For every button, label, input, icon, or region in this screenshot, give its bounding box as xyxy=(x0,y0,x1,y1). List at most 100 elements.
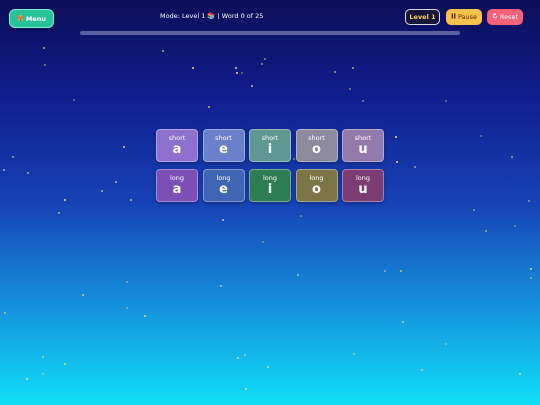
star xyxy=(4,312,6,314)
tile-label: short xyxy=(168,134,186,142)
tile-long-o[interactable]: long o xyxy=(295,169,338,202)
pause-button[interactable]: Pause xyxy=(446,9,482,25)
star xyxy=(222,219,224,221)
tile-short-e[interactable]: short e xyxy=(202,129,245,162)
progress-bar xyxy=(80,31,460,35)
star xyxy=(3,169,5,171)
reset-button[interactable]: Reset xyxy=(487,9,523,25)
star xyxy=(115,181,117,183)
tile-label: short xyxy=(354,134,372,142)
star xyxy=(362,100,364,102)
tile-short-o[interactable]: short o xyxy=(295,129,338,162)
star xyxy=(144,315,146,317)
tile-label: long xyxy=(262,174,278,182)
tile-label: long xyxy=(169,174,185,182)
star xyxy=(208,106,210,108)
star xyxy=(236,72,238,74)
tile-long-a[interactable]: long a xyxy=(156,169,198,202)
star xyxy=(414,166,416,168)
home-icon xyxy=(17,14,24,23)
star xyxy=(126,281,128,283)
tile-short-a[interactable]: short a xyxy=(156,129,198,162)
star xyxy=(58,212,60,214)
tile-long-i[interactable]: long i xyxy=(249,169,291,202)
star xyxy=(445,343,447,345)
star xyxy=(400,270,402,272)
star xyxy=(264,58,266,60)
tile-label: short xyxy=(215,134,232,142)
star xyxy=(530,277,532,279)
tile-letter: i xyxy=(267,142,273,157)
star xyxy=(12,156,14,158)
star xyxy=(82,294,84,296)
star xyxy=(485,230,487,232)
tile-long-e[interactable]: long e xyxy=(202,169,245,202)
tile-label: short xyxy=(308,134,325,142)
star xyxy=(262,241,264,243)
tile-letter: o xyxy=(312,142,321,157)
star xyxy=(64,363,66,365)
star xyxy=(123,146,125,148)
star xyxy=(334,71,336,73)
star xyxy=(237,357,239,359)
reset-label: Reset xyxy=(499,13,519,21)
star xyxy=(235,67,237,69)
star xyxy=(402,321,404,323)
pause-label: Pause xyxy=(457,13,478,21)
tile-long-u[interactable]: long u xyxy=(342,169,384,202)
tile-letter: u xyxy=(358,142,368,157)
star xyxy=(349,88,351,90)
star xyxy=(220,285,222,287)
tile-letter: a xyxy=(172,182,182,197)
star xyxy=(396,161,398,163)
level-badge: Level 1 xyxy=(405,9,440,25)
star xyxy=(300,215,302,217)
star xyxy=(244,354,246,356)
star xyxy=(27,172,29,174)
star xyxy=(241,72,243,74)
tile-label: long xyxy=(216,174,231,182)
star xyxy=(64,199,66,201)
star xyxy=(297,274,299,276)
tile-label: short xyxy=(261,134,279,142)
star xyxy=(352,67,354,69)
star xyxy=(162,50,164,52)
star xyxy=(126,307,128,309)
star xyxy=(73,99,75,101)
star xyxy=(384,270,386,272)
mode-status: Mode: Level 1 📚 | Word 0 of 25 xyxy=(160,12,264,20)
star xyxy=(511,156,513,158)
star xyxy=(261,63,263,65)
star xyxy=(530,268,532,270)
reset-icon xyxy=(492,13,498,21)
vowel-grid: short a short e short i short o short u … xyxy=(156,129,384,203)
star xyxy=(480,135,482,137)
star xyxy=(26,378,28,380)
menu-button[interactable]: Menu xyxy=(9,9,54,28)
star xyxy=(192,67,194,69)
star xyxy=(528,200,530,202)
tile-short-i[interactable]: short i xyxy=(249,129,291,162)
tile-label: long xyxy=(309,174,324,182)
tile-short-u[interactable]: short u xyxy=(342,129,384,162)
tile-letter: o xyxy=(312,182,321,197)
tile-letter: u xyxy=(358,182,368,197)
star xyxy=(421,369,423,371)
star xyxy=(42,373,44,375)
star xyxy=(43,47,45,49)
star xyxy=(251,85,253,87)
star xyxy=(514,225,516,227)
tile-letter: a xyxy=(172,142,182,157)
star xyxy=(42,356,44,358)
star xyxy=(130,199,132,201)
star xyxy=(353,353,355,355)
star xyxy=(267,366,269,368)
tile-label: long xyxy=(355,174,371,182)
tile-letter: e xyxy=(219,142,228,157)
star xyxy=(395,136,397,138)
menu-label: Menu xyxy=(25,14,47,23)
star xyxy=(473,209,475,211)
star xyxy=(101,190,103,192)
star xyxy=(445,100,447,102)
pause-icon xyxy=(451,13,456,21)
